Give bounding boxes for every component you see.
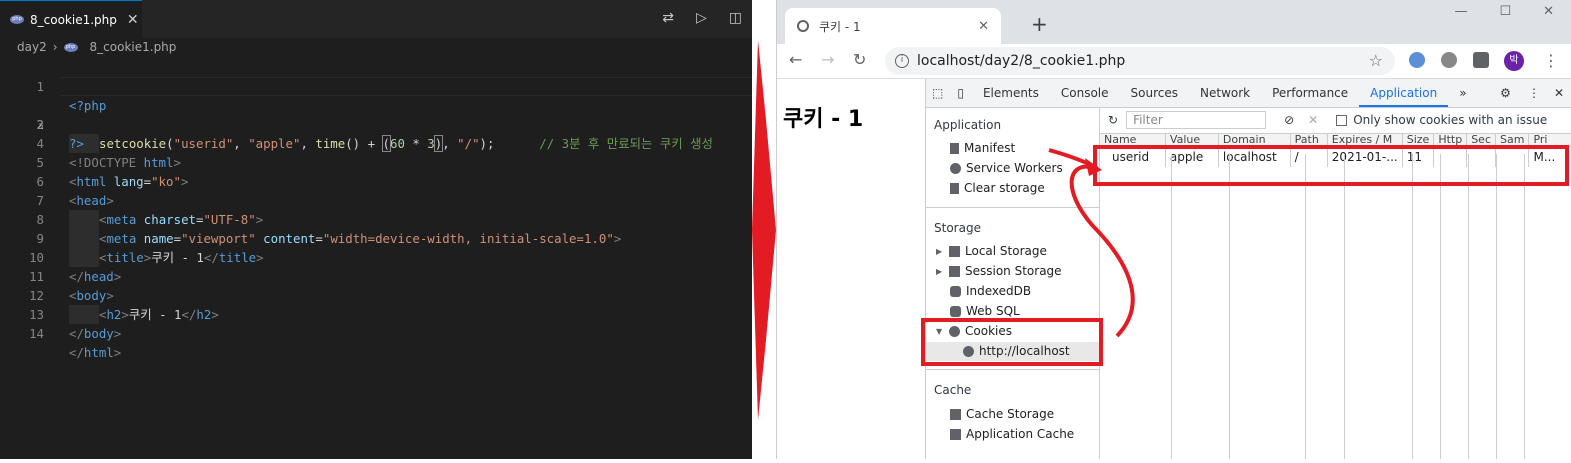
code-line: 13 </body> bbox=[0, 286, 752, 341]
code-line: 7 <meta charset="UTF-8"> bbox=[0, 172, 752, 229]
code-line: 14 </html> bbox=[0, 305, 752, 360]
php-file-icon: php bbox=[63, 42, 78, 52]
chevron-right-icon: › bbox=[52, 40, 58, 54]
run-icon[interactable]: ▷ bbox=[696, 10, 707, 26]
code-editor: php 8_cookie1.php ✕ ⇄ ▷ ◫ day2 › php 8_c… bbox=[0, 0, 752, 459]
code-token: html bbox=[83, 345, 114, 360]
editor-tab[interactable]: php 8_cookie1.php ✕ bbox=[0, 0, 142, 38]
code-token: </ bbox=[69, 326, 84, 341]
breadcrumb-folder[interactable]: day2 bbox=[17, 40, 47, 54]
code-line: 6 <head> bbox=[0, 153, 752, 208]
code-token: body bbox=[83, 326, 114, 341]
breadcrumb: day2 › php 8_cookie1.php bbox=[17, 40, 176, 54]
tab-close-icon[interactable]: ✕ bbox=[127, 12, 139, 28]
browser-window: 쿠키 - 1 ✕ + — ☐ ✕ ← → ↻ i localhost/day2/… bbox=[776, 0, 1571, 459]
code-line: 12 <h2>쿠키 - 1</h2> bbox=[0, 267, 752, 324]
code-area[interactable]: 1 <?php 2 setcookie("userid", "apple", t… bbox=[0, 58, 752, 360]
code-line: 1 <?php bbox=[0, 58, 752, 113]
breadcrumb-file[interactable]: 8_cookie1.php bbox=[90, 40, 177, 54]
code-line: 9 <title>쿠키 - 1</title> bbox=[0, 210, 752, 267]
split-editor-icon[interactable]: ◫ bbox=[729, 10, 742, 26]
annotation-arrow-zone bbox=[752, 0, 776, 459]
editor-actions: ⇄ ▷ ◫ bbox=[662, 10, 742, 26]
compare-changes-icon[interactable]: ⇄ bbox=[662, 10, 674, 26]
php-file-icon: php bbox=[10, 15, 24, 24]
code-line-current: 2 setcookie("userid", "apple", time() + … bbox=[0, 77, 752, 153]
current-line-highlight bbox=[60, 77, 752, 96]
code-line: 4 <!DOCTYPE html> bbox=[0, 115, 752, 170]
code-text: </body> bbox=[69, 324, 121, 343]
code-token: </ bbox=[69, 345, 84, 360]
editor-tab-label: 8_cookie1.php bbox=[30, 12, 117, 27]
code-line: 5 <html lang="ko"> bbox=[0, 134, 752, 189]
code-token: > bbox=[113, 326, 122, 341]
code-line: 11 <body> bbox=[0, 248, 752, 303]
line-number: 14 bbox=[29, 326, 44, 341]
code-line: 10 </head> bbox=[0, 229, 752, 284]
code-line: 3 ?> bbox=[0, 96, 752, 151]
big-red-arrow-icon bbox=[752, 40, 776, 420]
code-token: > bbox=[113, 345, 122, 360]
annotation-curve-arrow-icon bbox=[1048, 148, 1135, 338]
editor-tab-bar: php 8_cookie1.php ✕ ⇄ ▷ ◫ bbox=[0, 0, 752, 38]
code-text: </html> bbox=[69, 343, 121, 362]
code-line: 8 <meta name="viewport" content="width=d… bbox=[0, 191, 752, 248]
